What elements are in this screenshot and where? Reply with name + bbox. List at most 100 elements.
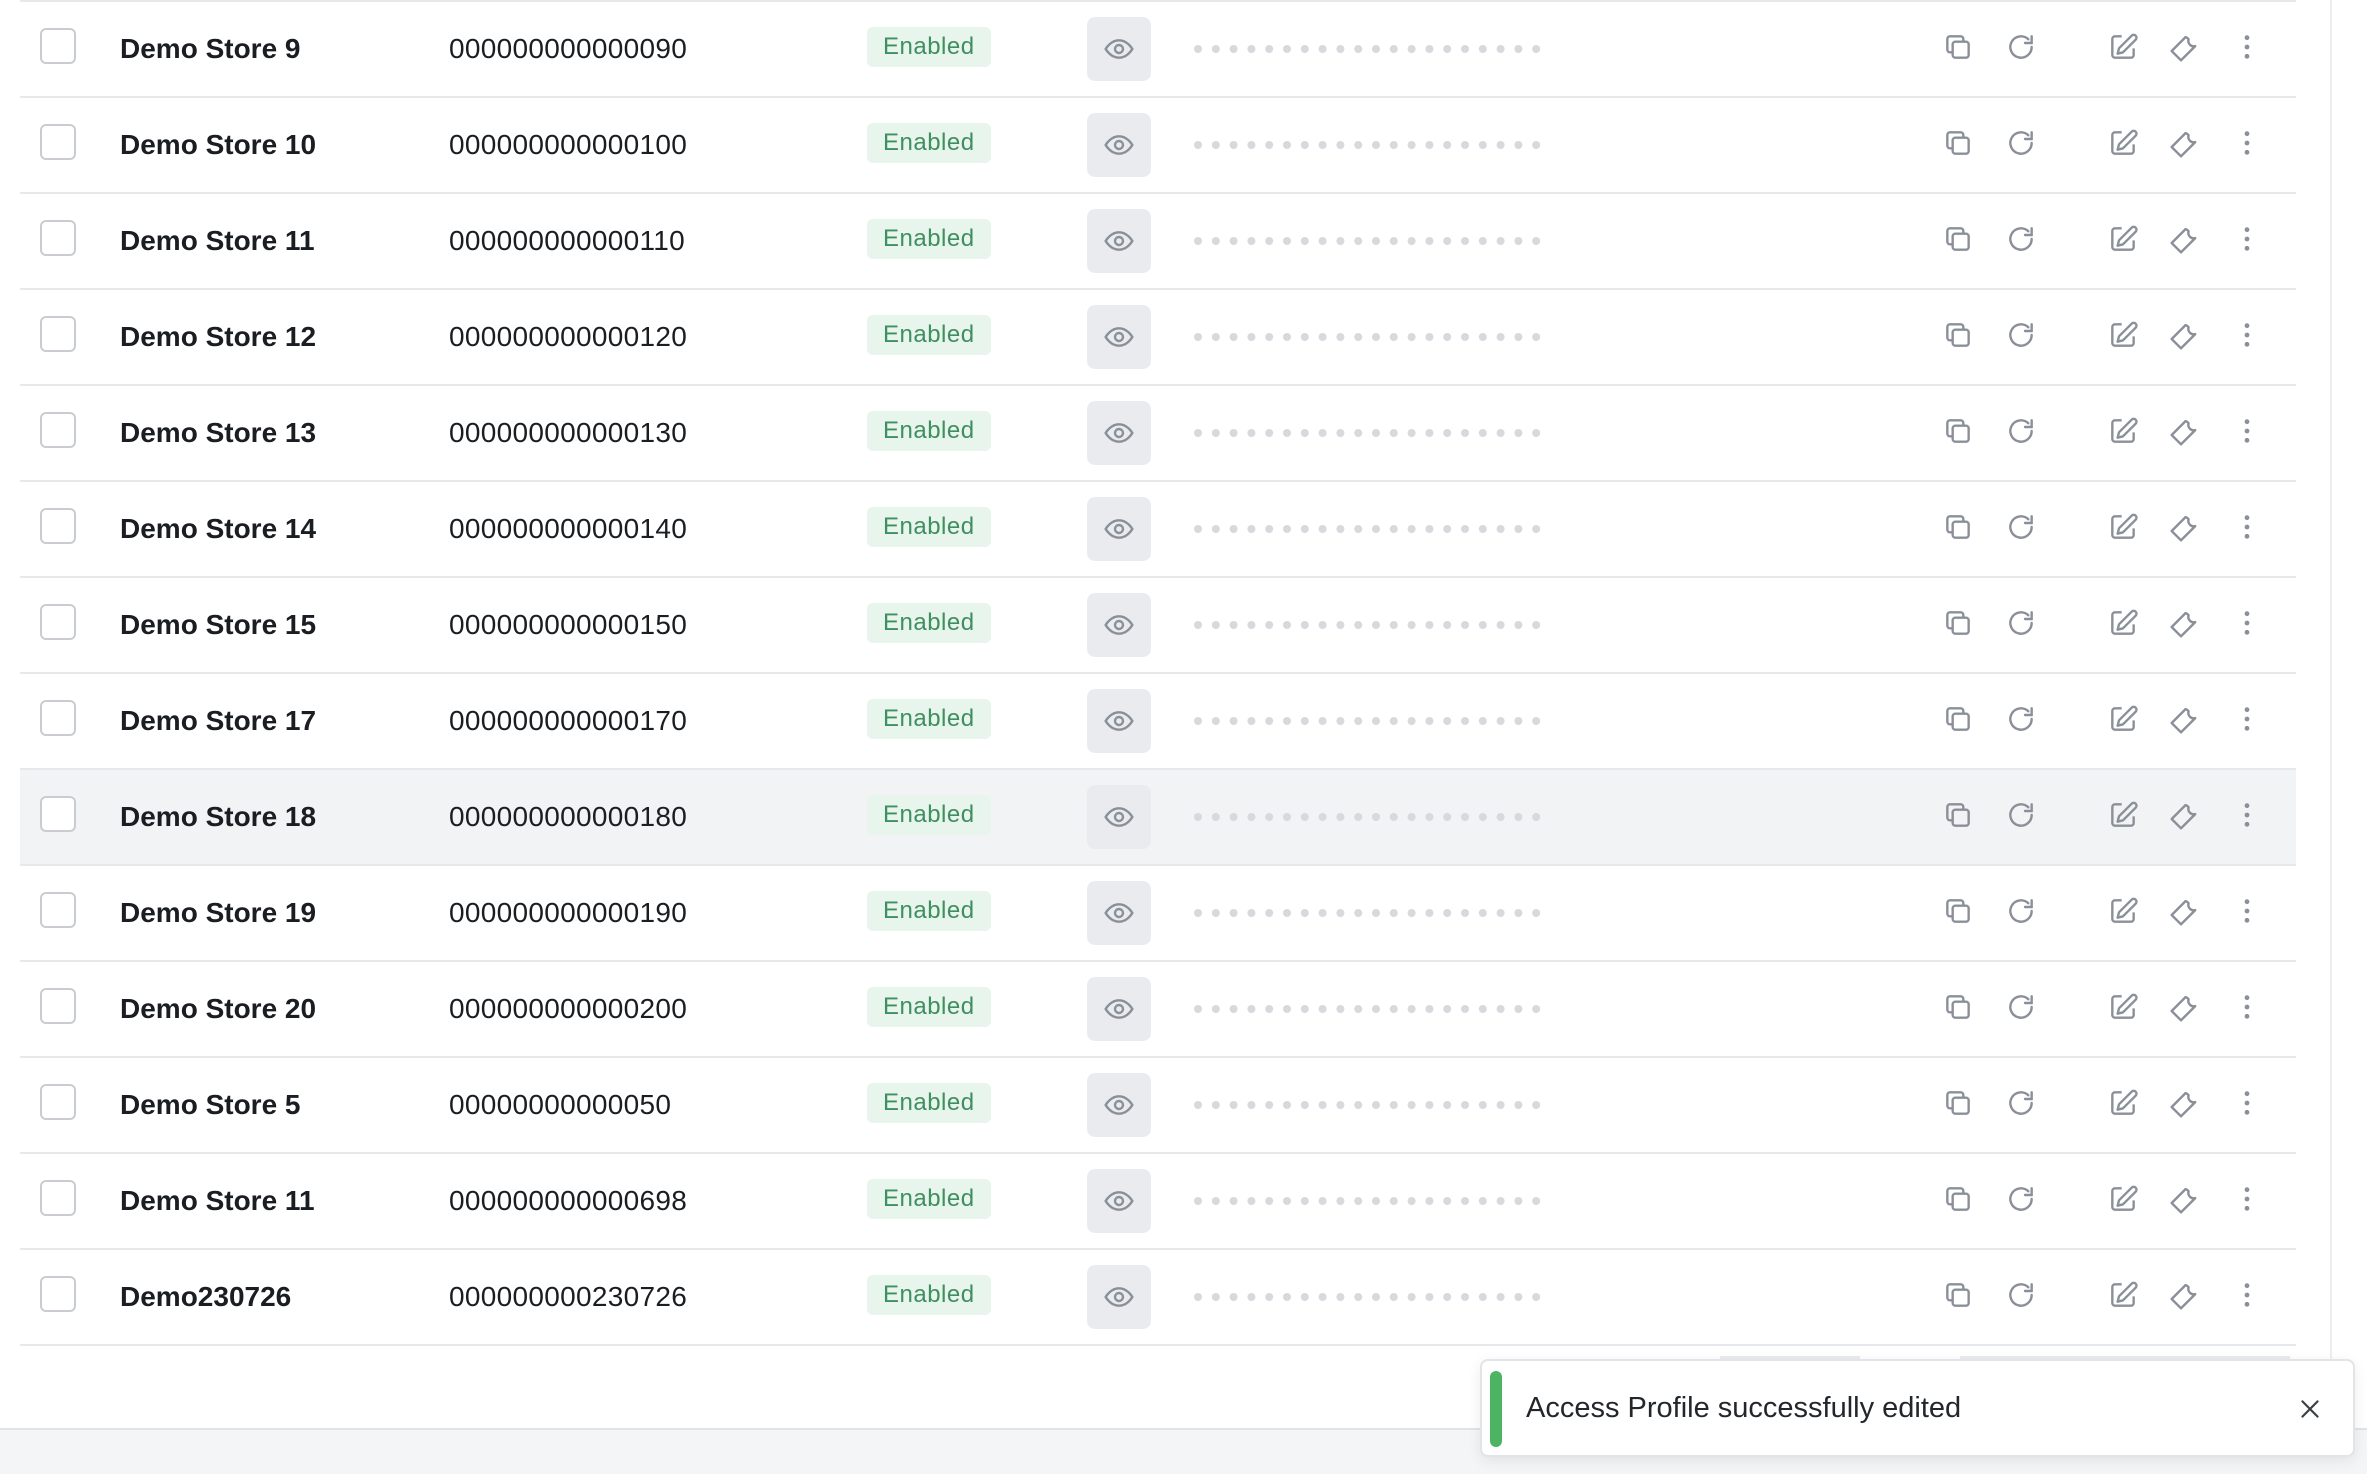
edit-icon[interactable] [2103,27,2143,67]
edit-icon[interactable] [2103,987,2143,1027]
refresh-icon[interactable] [2001,987,2041,1027]
row-checkbox[interactable] [40,700,76,736]
refresh-icon[interactable] [2001,507,2041,547]
table-row[interactable]: Demo Store 19 000000000000190 Enabled [20,866,2296,962]
more-vertical-icon[interactable] [2227,891,2267,931]
copy-icon[interactable] [1938,987,1978,1027]
row-checkbox[interactable] [40,1084,76,1120]
wrench-icon[interactable] [2165,603,2205,643]
row-checkbox[interactable] [40,604,76,640]
refresh-icon[interactable] [2001,315,2041,355]
refresh-icon[interactable] [2001,27,2041,67]
copy-icon[interactable] [1938,123,1978,163]
refresh-icon[interactable] [2001,603,2041,643]
table-row[interactable]: Demo230726 000000000230726 Enabled [20,1250,2296,1346]
copy-icon[interactable] [1938,1179,1978,1219]
refresh-icon[interactable] [2001,411,2041,451]
eye-icon[interactable] [1087,1265,1151,1329]
edit-icon[interactable] [2103,411,2143,451]
eye-icon[interactable] [1087,593,1151,657]
wrench-icon[interactable] [2165,411,2205,451]
table-row[interactable]: Demo Store 17 000000000000170 Enabled [20,674,2296,770]
table-row[interactable]: Demo Store 9 000000000000090 Enabled [20,0,2296,98]
row-checkbox[interactable] [40,1276,76,1312]
edit-icon[interactable] [2103,1179,2143,1219]
eye-icon[interactable] [1087,977,1151,1041]
row-checkbox[interactable] [40,412,76,448]
copy-icon[interactable] [1938,507,1978,547]
row-checkbox[interactable] [40,1180,76,1216]
wrench-icon[interactable] [2165,219,2205,259]
eye-icon[interactable] [1087,113,1151,177]
copy-icon[interactable] [1938,411,1978,451]
table-row[interactable]: Demo Store 18 000000000000180 Enabled [20,770,2296,866]
more-vertical-icon[interactable] [2227,603,2267,643]
copy-icon[interactable] [1938,219,1978,259]
more-vertical-icon[interactable] [2227,795,2267,835]
table-row[interactable]: Demo Store 12 000000000000120 Enabled [20,290,2296,386]
copy-icon[interactable] [1938,315,1978,355]
wrench-icon[interactable] [2165,699,2205,739]
table-row[interactable]: Demo Store 14 000000000000140 Enabled [20,482,2296,578]
table-row[interactable]: Demo Store 20 000000000000200 Enabled [20,962,2296,1058]
table-row[interactable]: Demo Store 15 000000000000150 Enabled [20,578,2296,674]
eye-icon[interactable] [1087,1073,1151,1137]
eye-icon[interactable] [1087,401,1151,465]
copy-icon[interactable] [1938,1083,1978,1123]
refresh-icon[interactable] [2001,699,2041,739]
refresh-icon[interactable] [2001,1083,2041,1123]
wrench-icon[interactable] [2165,507,2205,547]
more-vertical-icon[interactable] [2227,699,2267,739]
more-vertical-icon[interactable] [2227,1083,2267,1123]
refresh-icon[interactable] [2001,1179,2041,1219]
more-vertical-icon[interactable] [2227,987,2267,1027]
more-vertical-icon[interactable] [2227,27,2267,67]
eye-icon[interactable] [1087,689,1151,753]
copy-icon[interactable] [1938,1275,1978,1315]
close-icon[interactable] [2292,1391,2328,1427]
refresh-icon[interactable] [2001,123,2041,163]
row-checkbox[interactable] [40,508,76,544]
more-vertical-icon[interactable] [2227,123,2267,163]
edit-icon[interactable] [2103,507,2143,547]
wrench-icon[interactable] [2165,1083,2205,1123]
table-row[interactable]: Demo Store 5 00000000000050 Enabled [20,1058,2296,1154]
refresh-icon[interactable] [2001,219,2041,259]
eye-icon[interactable] [1087,1169,1151,1233]
table-row[interactable]: Demo Store 11 000000000000698 Enabled [20,1154,2296,1250]
copy-icon[interactable] [1938,699,1978,739]
eye-icon[interactable] [1087,305,1151,369]
more-vertical-icon[interactable] [2227,219,2267,259]
wrench-icon[interactable] [2165,1275,2205,1315]
scrollbar[interactable] [2330,0,2332,1472]
eye-icon[interactable] [1087,209,1151,273]
more-vertical-icon[interactable] [2227,1275,2267,1315]
copy-icon[interactable] [1938,891,1978,931]
row-checkbox[interactable] [40,124,76,160]
more-vertical-icon[interactable] [2227,315,2267,355]
edit-icon[interactable] [2103,219,2143,259]
eye-icon[interactable] [1087,497,1151,561]
table-row[interactable]: Demo Store 11 000000000000110 Enabled [20,194,2296,290]
eye-icon[interactable] [1087,785,1151,849]
more-vertical-icon[interactable] [2227,1179,2267,1219]
row-checkbox[interactable] [40,316,76,352]
wrench-icon[interactable] [2165,1179,2205,1219]
copy-icon[interactable] [1938,795,1978,835]
wrench-icon[interactable] [2165,123,2205,163]
edit-icon[interactable] [2103,1275,2143,1315]
row-checkbox[interactable] [40,988,76,1024]
more-vertical-icon[interactable] [2227,507,2267,547]
eye-icon[interactable] [1087,881,1151,945]
copy-icon[interactable] [1938,27,1978,67]
wrench-icon[interactable] [2165,891,2205,931]
edit-icon[interactable] [2103,123,2143,163]
copy-icon[interactable] [1938,603,1978,643]
wrench-icon[interactable] [2165,27,2205,67]
edit-icon[interactable] [2103,795,2143,835]
refresh-icon[interactable] [2001,1275,2041,1315]
eye-icon[interactable] [1087,17,1151,81]
edit-icon[interactable] [2103,315,2143,355]
wrench-icon[interactable] [2165,795,2205,835]
edit-icon[interactable] [2103,1083,2143,1123]
